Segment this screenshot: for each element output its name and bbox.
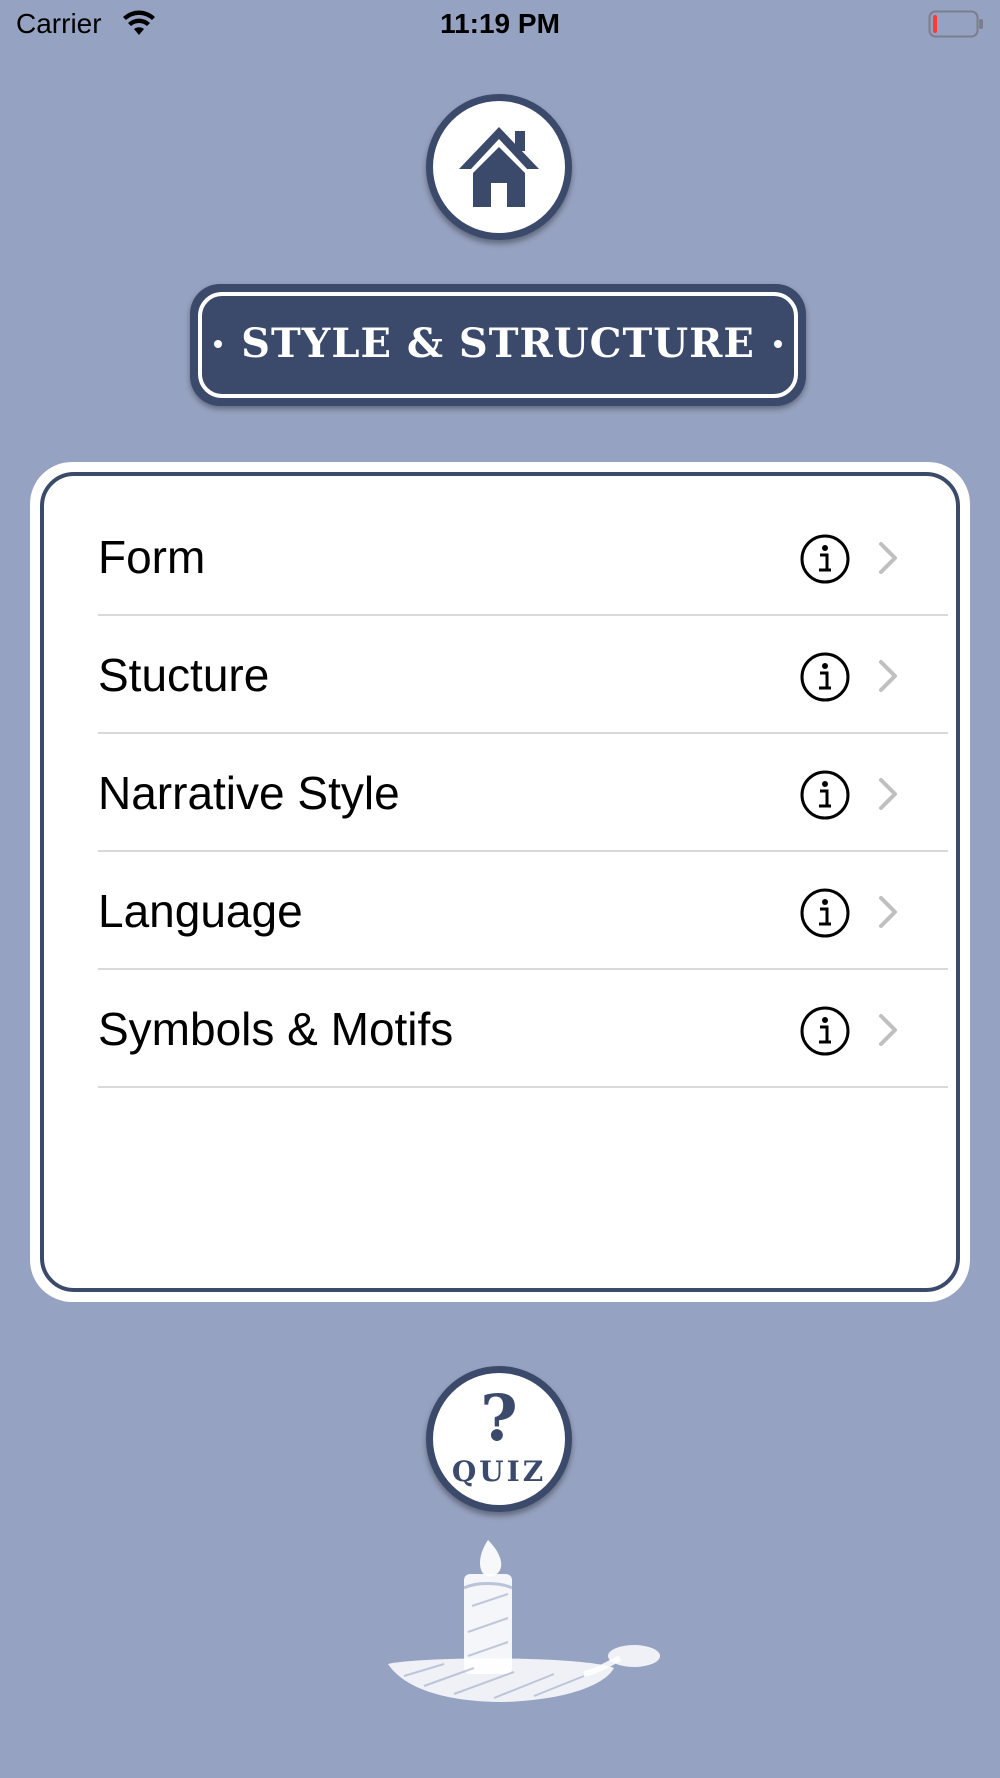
chevron-right-icon — [879, 660, 897, 692]
list-item-symbols-motifs[interactable]: Symbols & Motifs — [68, 970, 948, 1088]
row-divider — [98, 1086, 948, 1088]
candle-icon — [388, 1540, 660, 1702]
home-button-face — [433, 101, 565, 233]
page-title: STYLE & STRUCTURE — [241, 320, 755, 367]
chevron-right-icon — [879, 1014, 897, 1046]
quiz-label: QUIZ — [451, 1455, 547, 1488]
home-button[interactable] — [426, 94, 572, 240]
quiz-button[interactable]: ? QUIZ — [426, 1366, 572, 1512]
list-item-structure[interactable]: Stucture — [68, 616, 948, 734]
info-icon[interactable] — [800, 770, 850, 820]
battery-level — [933, 15, 937, 33]
list-item-label: Language — [98, 885, 303, 937]
battery-low-icon — [928, 10, 983, 38]
quiz-button-face: ? QUIZ — [433, 1373, 565, 1505]
chevron-right-icon — [879, 542, 897, 574]
list-item-label: Form — [98, 531, 206, 583]
status-bar: Carrier 11:19 PM — [0, 0, 1000, 50]
question-mark-icon: ? — [480, 1381, 518, 1456]
list-item-language[interactable]: Language — [68, 852, 948, 970]
section-title-badge: STYLE & STRUCTURE — [190, 284, 806, 406]
info-icon[interactable] — [800, 652, 850, 702]
info-icon[interactable] — [800, 1006, 850, 1056]
info-icon[interactable] — [800, 888, 850, 938]
list-item-label: Stucture — [98, 649, 270, 701]
home-icon — [459, 127, 539, 207]
status-time: 11:19 PM — [440, 8, 560, 39]
chevron-right-icon — [879, 778, 897, 810]
list-item-form[interactable]: Form — [68, 498, 948, 616]
chevron-right-icon — [879, 896, 897, 928]
info-icon[interactable] — [800, 534, 850, 584]
topic-list: Form Stucture Narrative Style Language S… — [68, 498, 948, 1088]
list-item-narrative-style[interactable]: Narrative Style — [68, 734, 948, 852]
list-item-label: Symbols & Motifs — [98, 1003, 454, 1055]
list-item-label: Narrative Style — [98, 767, 400, 819]
